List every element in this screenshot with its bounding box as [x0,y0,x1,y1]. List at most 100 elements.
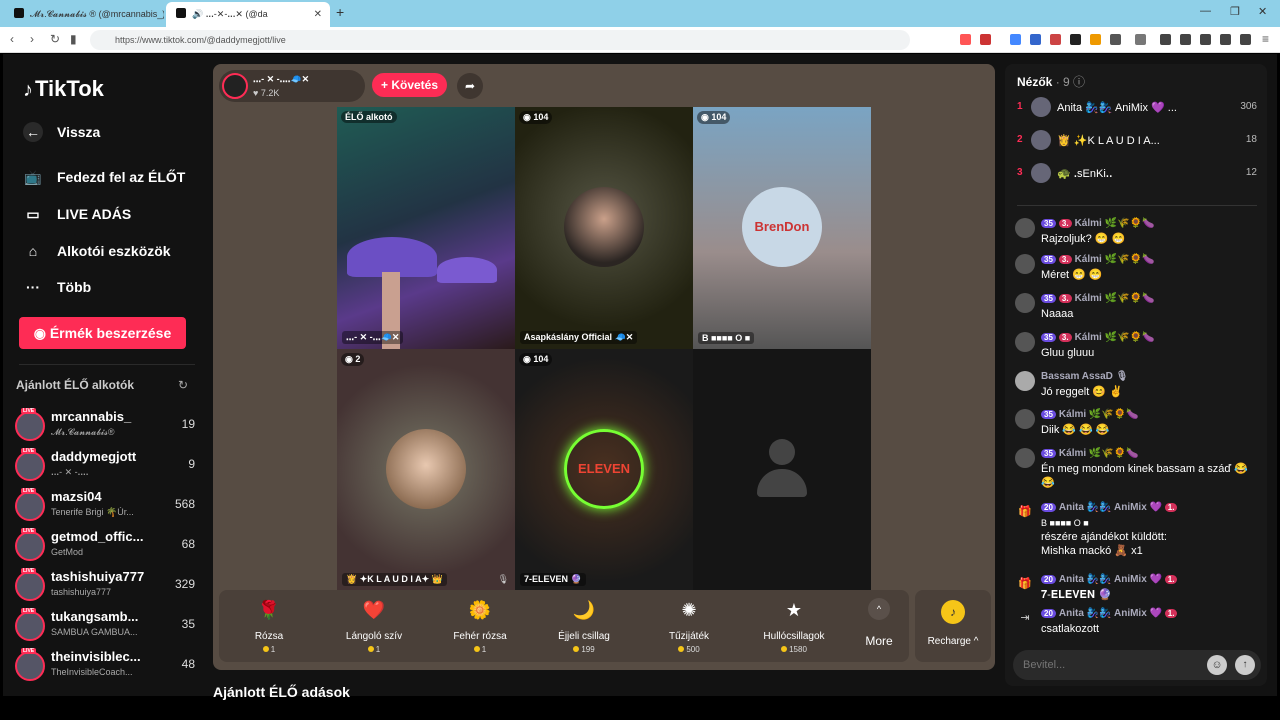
gift-price-value: 1 [375,645,381,654]
video-tile[interactable]: ◉ 2 👸 ✦K L A U D I A✦ 👑 🎙 [337,349,515,591]
tiktok-favicon-icon [176,8,186,18]
get-coins-button[interactable]: ◉ Érmék beszerzése [19,317,186,349]
fan-badge: 3. [1058,255,1072,264]
minimize-icon[interactable]: — [1200,5,1211,17]
info-icon[interactable]: ⓘ [1073,75,1085,89]
gift-item[interactable]: 🌹 Rózsa 1 [229,596,309,654]
new-tab-icon[interactable]: + [336,4,344,20]
message-header: 35 Kálmi 🌿🌾🌻🍆 [1041,448,1139,459]
host-avatar[interactable] [222,73,248,99]
forward-icon[interactable]: › [30,32,34,46]
nav-explore-live[interactable]: 📺 Fedezd fel az ÉLŐT [23,167,185,187]
live-stream-panel: ꓸꓸꓸ- ✕ -ꓸꓸꓸꓸ🧢✕ ♥ 7.2K + Követés ➦ ÉLŐ al… [213,64,995,670]
extension-icon[interactable] [1070,34,1081,45]
emoji-icon[interactable]: ☺ [1207,655,1227,675]
host-info[interactable]: ꓸꓸꓸ- ✕ -ꓸꓸꓸꓸ🧢✕ ♥ 7.2K [219,70,365,102]
creator-name: tukangsamb... [51,609,139,624]
video-tile-host[interactable]: ÉLŐ alkotó ꓸꓸꓸ- ✕ -ꓸꓸꓸ🧢✕ [337,107,515,349]
gift-item[interactable]: ★ Hullócsillagok 1580 [754,596,834,654]
nav-creator-tools[interactable]: ⌂ Alkotói eszközök [23,241,171,261]
tiktok-logo[interactable]: ♪TikTok [23,76,104,102]
shield-extension-icon[interactable] [960,34,971,45]
level-badge: 20 [1041,609,1056,618]
username: Anita 🧞‍♀️🧞‍♀️ AniMix 💜 [1058,608,1163,619]
creator-item[interactable]: LIVE tukangsamb... SAMBUA GAMBUA... 35 [15,608,195,645]
guest-avatar [564,187,644,267]
tab-title: 🔊 ꓸꓸꓸ-✕-ꓸꓸꓸ✕ (@da [192,9,268,19]
gift-price-value: 199 [581,645,595,654]
chat-input[interactable] [1023,656,1203,674]
level-badge: 35 [1041,294,1056,303]
video-tile[interactable]: ◉ 104 Asapkáslány Official 🧢✕ [515,107,693,349]
send-icon[interactable]: ↑ [1235,655,1255,675]
browser-tab-1[interactable]: 𝓜𝓻.𝓒𝓪𝓷𝓷𝓪𝓫𝓲𝓼 ® (@mrcannabis_) [4,2,164,27]
media-icon[interactable] [1160,34,1171,45]
bookmark-icon[interactable]: ▮ [70,32,77,46]
gift-item[interactable]: ❤️ Lángoló szív 1 [334,596,414,654]
creator-item[interactable]: LIVE mrcannabis_ 𝓜𝓻.𝓒𝓪𝓷𝓷𝓪𝓫𝓲𝓼® 19 [15,408,195,445]
creator-item[interactable]: LIVE daddymegjott ꓸꓸꓸ- ✕ -ꓸꓸꓸꓸ 9 [15,448,195,485]
extension-icon[interactable] [1135,34,1146,45]
back-icon[interactable]: ‹ [10,32,14,46]
message-header: 35 3. Kálmi 🌿🌾🌻🍆 [1041,332,1154,343]
rose-icon: 🌹 [257,600,281,620]
creator-item[interactable]: LIVE mazsi04 Tenerife Brigi 🌴Úr... 568 [15,488,195,525]
tile-label: B ■■■■ O ■ [698,332,755,344]
sidebar-icon[interactable] [1180,34,1191,45]
tile-label: 👸 ✦K L A U D I A✦ 👑 [342,573,447,586]
top-viewer-row[interactable]: 2 👸 ✨K L A U D I A... 18 [1017,129,1257,153]
extension-icon[interactable] [1090,34,1101,45]
vpn-icon[interactable] [1240,34,1251,45]
share-icon[interactable]: ➦ [457,73,483,99]
avatar [1031,163,1051,183]
nav-more[interactable]: ··· Több [23,277,91,297]
more-gifts-button[interactable]: ^ More [857,598,901,648]
nav-label: Alkotói eszközök [57,243,171,259]
top-viewer-row[interactable]: 1 Anita 🧞‍♀️🧞‍♀️ AniMix 💜 ... 306 [1017,96,1257,120]
close-window-icon[interactable]: ✕ [1258,5,1267,18]
gift-item[interactable]: ✺ Tűzijáték 500 [649,596,729,654]
gift-price: 1 [440,645,520,654]
coin-icon [781,646,788,652]
divider [1017,205,1257,206]
browser-tab-2[interactable]: 🔊 ꓸꓸꓸ-✕-ꓸꓸꓸ✕ (@da ✕ [166,2,330,27]
creator-item[interactable]: LIVE getmod_offic... GetMod 68 [15,528,195,565]
video-tile[interactable]: ELEVEN ◉ 104 7-ELEVEN 🔮 [515,349,693,591]
restore-icon[interactable]: ❐ [1230,5,1240,18]
video-tile-empty[interactable] [693,349,871,591]
tile-badge: ◉ 2 [341,353,365,366]
avatar [1015,371,1035,391]
gift-name: Rózsa [254,631,284,642]
extension-icon[interactable] [1110,34,1121,45]
live-badge: LIVE [21,488,37,494]
close-tab-icon[interactable]: ✕ [314,2,322,27]
reload-icon[interactable]: ↻ [50,32,60,46]
top-viewer-row[interactable]: 3 🐢 ꓸsEnKiꓸꓸ 12 [1017,162,1257,186]
refresh-icon[interactable]: ↻ [178,378,188,392]
nav-live[interactable]: ▭ LIVE ADÁS [23,204,131,224]
extension-icon[interactable] [1050,34,1061,45]
video-tile[interactable]: BrenDon ◉ 104 B ■■■■ O ■ [693,107,871,349]
back-link[interactable]: ← Vissza [23,122,100,142]
viewer-count: 19 [181,417,195,431]
creator-item[interactable]: LIVE tashishuiya777 tashishuiya777 329 [15,568,195,605]
url-field[interactable]: https://www.tiktok.com/@daddymegjott/liv… [90,30,910,50]
address-bar: ‹ › ↻ ▮ https://www.tiktok.com/@daddymeg… [0,27,1280,53]
avatar [1015,254,1035,274]
extension-icon[interactable] [1030,34,1041,45]
creator-item[interactable]: LIVE theinvisiblec... TheInvisibleCoach...… [15,648,195,685]
downloads-icon[interactable] [1220,34,1231,45]
avatar [15,531,45,561]
triangle-extension-icon[interactable] [980,34,991,45]
coin-icon [367,646,374,652]
follow-button[interactable]: + Követés [372,73,447,97]
gift-item[interactable]: 🌼 Fehér rózsa 1 [440,596,520,654]
recharge-button[interactable]: ♪ Recharge ^ [915,590,991,662]
translate-extension-icon[interactable] [1010,34,1021,45]
menu-icon[interactable]: ≡ [1262,32,1269,46]
gift-item[interactable]: 🌙 Éjjeli csillag 199 [544,596,624,654]
tile-badge: ◉ 104 [697,111,731,124]
avatar [15,611,45,641]
extensions-icon[interactable] [1200,34,1211,45]
message-header: 20 Anita 🧞‍♀️🧞‍♀️ AniMix 💜 1. [1041,608,1180,619]
